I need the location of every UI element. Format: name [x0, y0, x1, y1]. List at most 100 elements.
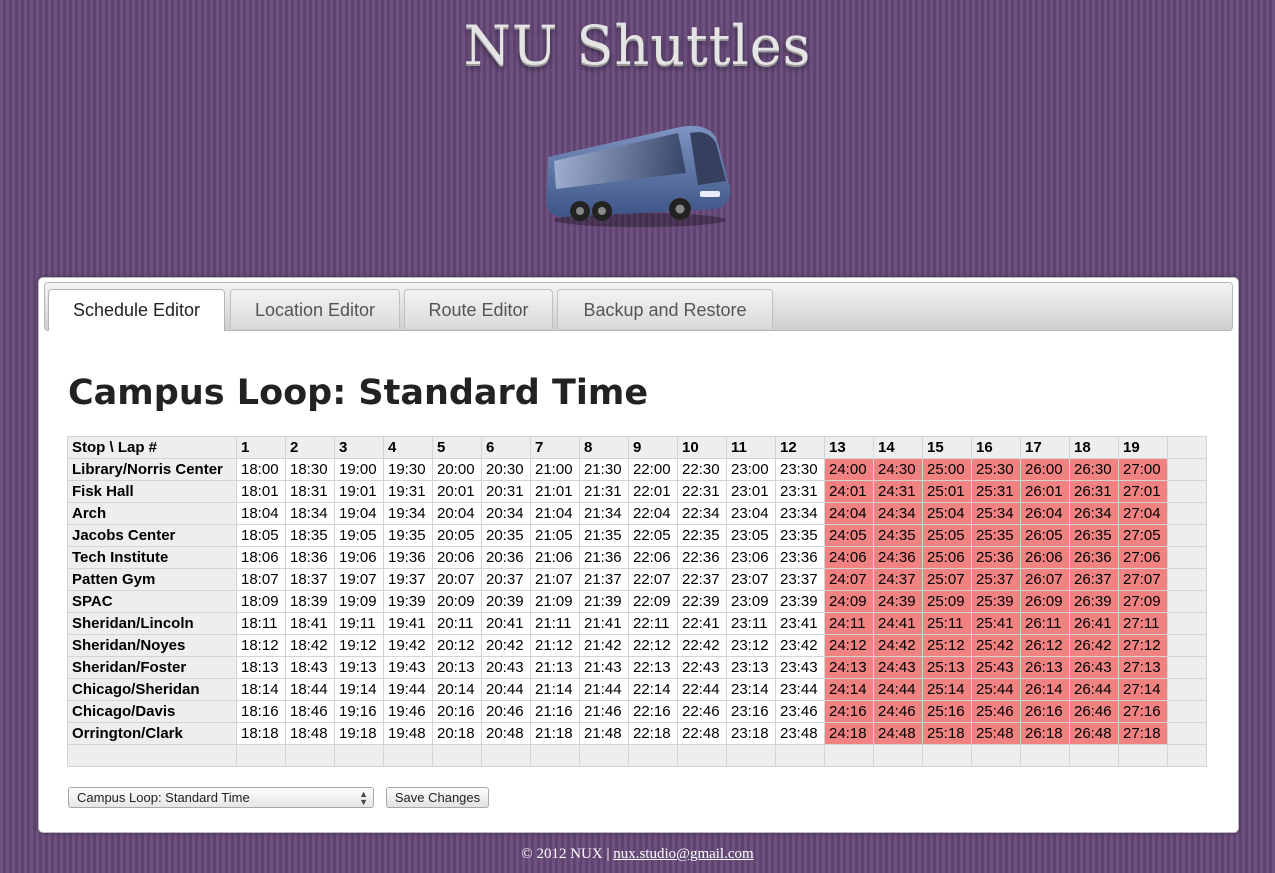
- footer-email-link[interactable]: nux.studio@gmail.com: [613, 846, 753, 862]
- time-cell[interactable]: 26:07: [1020, 568, 1070, 591]
- time-cell[interactable]: 23:14: [726, 678, 776, 701]
- time-cell[interactable]: 24:30: [873, 458, 923, 481]
- time-cell[interactable]: 26:16: [1020, 700, 1070, 723]
- time-cell[interactable]: 19:06: [334, 546, 384, 569]
- time-cell[interactable]: 20:37: [481, 568, 531, 591]
- time-cell[interactable]: 23:05: [726, 524, 776, 547]
- time-cell[interactable]: 21:04: [530, 502, 580, 525]
- time-cell[interactable]: 21:48: [579, 722, 629, 745]
- time-cell[interactable]: 23:42: [775, 634, 825, 657]
- empty-cell[interactable]: [1020, 744, 1070, 767]
- time-cell[interactable]: 27:16: [1118, 700, 1168, 723]
- time-cell[interactable]: 26:05: [1020, 524, 1070, 547]
- empty-cell[interactable]: [971, 744, 1021, 767]
- tab-backup-restore[interactable]: Backup and Restore: [557, 289, 773, 329]
- time-cell[interactable]: 19:37: [383, 568, 433, 591]
- time-cell[interactable]: 18:01: [236, 480, 286, 503]
- time-cell[interactable]: 20:07: [432, 568, 482, 591]
- time-cell[interactable]: 22:43: [677, 656, 727, 679]
- empty-cell[interactable]: [432, 744, 482, 767]
- time-cell[interactable]: 20:11: [432, 612, 482, 635]
- time-cell[interactable]: 23:48: [775, 722, 825, 745]
- time-cell[interactable]: 25:05: [922, 524, 972, 547]
- time-cell[interactable]: 20:06: [432, 546, 482, 569]
- time-cell[interactable]: 19:46: [383, 700, 433, 723]
- time-cell[interactable]: 23:07: [726, 568, 776, 591]
- time-cell[interactable]: 21:07: [530, 568, 580, 591]
- time-cell[interactable]: 23:00: [726, 458, 776, 481]
- empty-cell[interactable]: [1069, 744, 1119, 767]
- time-cell[interactable]: 18:30: [285, 458, 335, 481]
- empty-cell[interactable]: [1167, 744, 1207, 767]
- time-cell[interactable]: 26:13: [1020, 656, 1070, 679]
- time-cell[interactable]: 25:44: [971, 678, 1021, 701]
- time-cell[interactable]: 24:39: [873, 590, 923, 613]
- time-cell[interactable]: 21:31: [579, 480, 629, 503]
- time-cell[interactable]: 22:36: [677, 546, 727, 569]
- time-cell[interactable]: 23:37: [775, 568, 825, 591]
- time-cell[interactable]: 21:35: [579, 524, 629, 547]
- time-cell[interactable]: 22:04: [628, 502, 678, 525]
- time-cell[interactable]: 24:11: [824, 612, 874, 635]
- empty-cell[interactable]: [1167, 524, 1207, 547]
- empty-cell[interactable]: [1167, 590, 1207, 613]
- empty-cell[interactable]: [726, 744, 776, 767]
- time-cell[interactable]: 26:37: [1069, 568, 1119, 591]
- time-cell[interactable]: 27:11: [1118, 612, 1168, 635]
- time-cell[interactable]: 20:16: [432, 700, 482, 723]
- time-cell[interactable]: 26:42: [1069, 634, 1119, 657]
- time-cell[interactable]: 22:00: [628, 458, 678, 481]
- save-changes-button[interactable]: Save Changes: [386, 787, 489, 808]
- time-cell[interactable]: 25:35: [971, 524, 1021, 547]
- time-cell[interactable]: 24:09: [824, 590, 874, 613]
- time-cell[interactable]: 26:01: [1020, 480, 1070, 503]
- time-cell[interactable]: 25:46: [971, 700, 1021, 723]
- empty-cell[interactable]: [285, 744, 335, 767]
- time-cell[interactable]: 22:31: [677, 480, 727, 503]
- time-cell[interactable]: 27:14: [1118, 678, 1168, 701]
- time-cell[interactable]: 23:43: [775, 656, 825, 679]
- time-cell[interactable]: 19:14: [334, 678, 384, 701]
- time-cell[interactable]: 23:36: [775, 546, 825, 569]
- time-cell[interactable]: 24:31: [873, 480, 923, 503]
- time-cell[interactable]: 20:36: [481, 546, 531, 569]
- time-cell[interactable]: 19:07: [334, 568, 384, 591]
- time-cell[interactable]: 18:12: [236, 634, 286, 657]
- time-cell[interactable]: 19:09: [334, 590, 384, 613]
- time-cell[interactable]: 20:35: [481, 524, 531, 547]
- time-cell[interactable]: 23:11: [726, 612, 776, 635]
- time-cell[interactable]: 24:05: [824, 524, 874, 547]
- time-cell[interactable]: 24:12: [824, 634, 874, 657]
- time-cell[interactable]: 26:31: [1069, 480, 1119, 503]
- time-cell[interactable]: 21:05: [530, 524, 580, 547]
- time-cell[interactable]: 19:34: [383, 502, 433, 525]
- time-cell[interactable]: 26:34: [1069, 502, 1119, 525]
- time-cell[interactable]: 18:46: [285, 700, 335, 723]
- time-cell[interactable]: 25:36: [971, 546, 1021, 569]
- time-cell[interactable]: 19:41: [383, 612, 433, 635]
- time-cell[interactable]: 24:00: [824, 458, 874, 481]
- time-cell[interactable]: 27:18: [1118, 722, 1168, 745]
- time-cell[interactable]: 18:37: [285, 568, 335, 591]
- tab-schedule-editor[interactable]: Schedule Editor: [48, 289, 225, 331]
- time-cell[interactable]: 22:39: [677, 590, 727, 613]
- time-cell[interactable]: 25:31: [971, 480, 1021, 503]
- time-cell[interactable]: 20:39: [481, 590, 531, 613]
- time-cell[interactable]: 23:44: [775, 678, 825, 701]
- time-cell[interactable]: 21:16: [530, 700, 580, 723]
- time-cell[interactable]: 18:09: [236, 590, 286, 613]
- time-cell[interactable]: 18:14: [236, 678, 286, 701]
- time-cell[interactable]: 18:18: [236, 722, 286, 745]
- time-cell[interactable]: 20:30: [481, 458, 531, 481]
- time-cell[interactable]: 26:11: [1020, 612, 1070, 635]
- time-cell[interactable]: 26:06: [1020, 546, 1070, 569]
- time-cell[interactable]: 24:07: [824, 568, 874, 591]
- time-cell[interactable]: 21:00: [530, 458, 580, 481]
- time-cell[interactable]: 24:36: [873, 546, 923, 569]
- time-cell[interactable]: 21:14: [530, 678, 580, 701]
- time-cell[interactable]: 23:46: [775, 700, 825, 723]
- time-cell[interactable]: 19:05: [334, 524, 384, 547]
- empty-cell[interactable]: [334, 744, 384, 767]
- time-cell[interactable]: 18:35: [285, 524, 335, 547]
- time-cell[interactable]: 20:42: [481, 634, 531, 657]
